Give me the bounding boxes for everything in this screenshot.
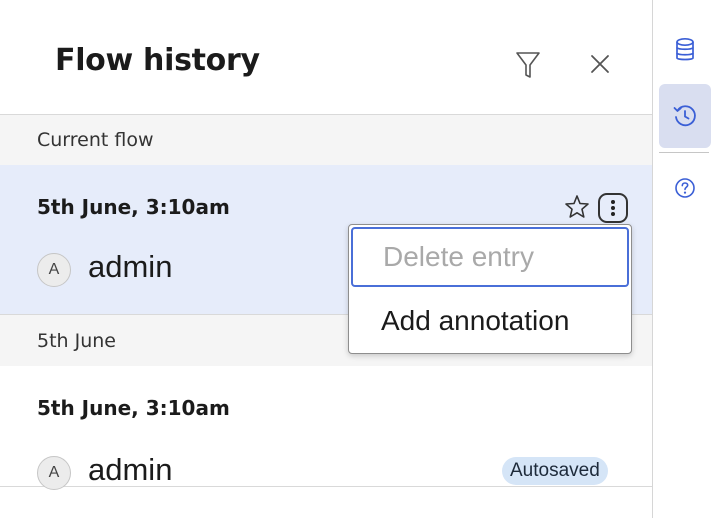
help-button[interactable] — [659, 160, 711, 224]
entry-username: admin — [88, 452, 173, 487]
history-icon — [673, 105, 696, 127]
avatar: A — [37, 253, 71, 287]
filter-icon[interactable] — [514, 50, 542, 80]
entry-timestamp: 5th June, 3:10am — [37, 396, 230, 420]
close-icon[interactable] — [586, 50, 614, 78]
kebab-dot — [611, 212, 615, 216]
entry-context-menu: Delete entry Add annotation — [348, 224, 632, 354]
add-annotation-menu-item[interactable]: Add annotation — [349, 291, 631, 351]
section-header-current-flow: Current flow — [0, 115, 652, 165]
help-icon — [675, 178, 695, 198]
flow-history-panel: Flow history Current flow 5th June, 3:10… — [0, 0, 653, 518]
right-icon-rail — [653, 0, 716, 518]
database-icon — [676, 37, 694, 61]
rail-divider — [659, 152, 709, 153]
database-button[interactable] — [659, 20, 711, 84]
history-button[interactable] — [659, 84, 711, 148]
history-entry[interactable]: 5th June, 3:10am A admin Autosaved — [0, 366, 652, 490]
entry-timestamp: 5th June, 3:10am — [37, 195, 230, 219]
avatar: A — [37, 456, 71, 490]
kebab-dot — [611, 206, 615, 210]
autosaved-badge: Autosaved — [502, 457, 608, 485]
delete-entry-menu-item[interactable]: Delete entry — [351, 227, 629, 287]
panel-title: Flow history — [55, 43, 260, 78]
panel-header: Flow history — [0, 0, 652, 115]
star-icon[interactable] — [563, 193, 591, 221]
kebab-dot — [611, 200, 615, 204]
more-options-button[interactable] — [598, 193, 628, 223]
entry-username: admin — [88, 249, 173, 284]
